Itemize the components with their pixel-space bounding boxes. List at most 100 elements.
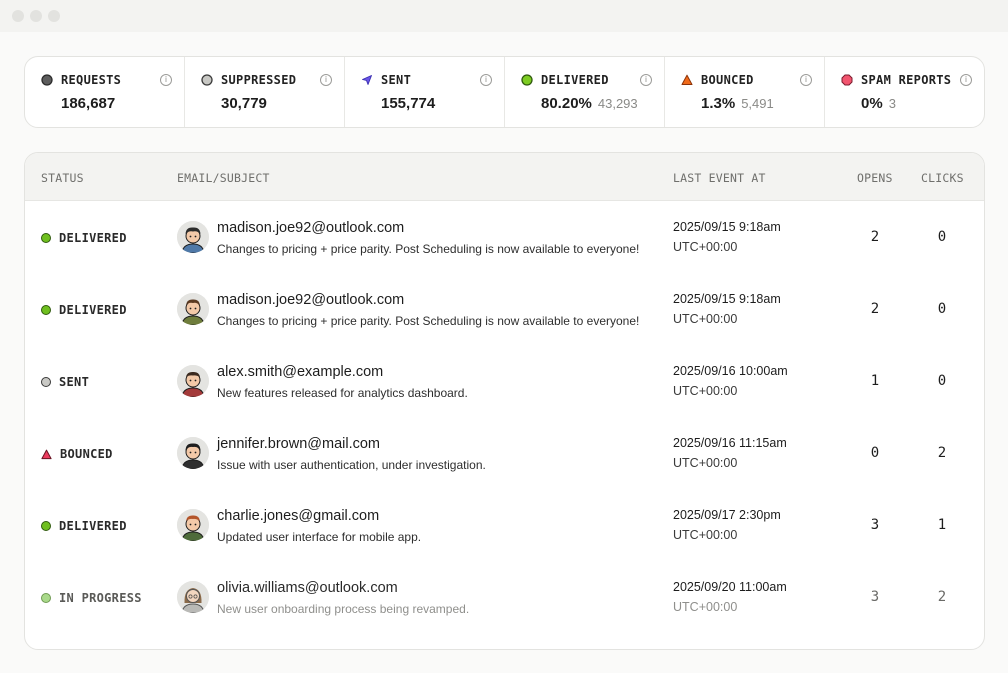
email-events-table: STATUS EMAIL/SUBJECT LAST EVENT AT OPENS… xyxy=(24,152,985,650)
opens-count: 3 xyxy=(870,517,880,533)
event-timezone: UTC+00:00 xyxy=(673,600,738,614)
recipient-email[interactable]: madison.joe92@outlook.com xyxy=(217,220,404,236)
stat-value: 155,774 xyxy=(381,95,436,112)
table-row[interactable]: DELIVERED madison.joe92@outlook.com Chan… xyxy=(25,273,984,345)
table-row[interactable]: IN PROGRESS olivia.williams@outlook.com … xyxy=(25,561,984,633)
event-date: 2025/09/17 2:30pm xyxy=(673,508,781,522)
status-label: DELIVERED xyxy=(59,231,127,245)
info-icon[interactable]: i xyxy=(480,74,492,86)
status-cell: DELIVERED xyxy=(41,519,127,533)
opens-count: 3 xyxy=(870,589,880,605)
column-header-email-subject[interactable]: EMAIL/SUBJECT xyxy=(177,171,270,185)
stat-sub: 43,293 xyxy=(597,96,638,111)
info-icon[interactable]: i xyxy=(160,74,172,86)
recipient-email[interactable]: madison.joe92@outlook.com xyxy=(217,292,404,308)
status-delivered-icon xyxy=(41,233,51,243)
column-header-last-event[interactable]: LAST EVENT AT xyxy=(673,171,766,185)
clicks-count: 0 xyxy=(937,229,947,245)
status-in-progress-icon xyxy=(41,593,51,603)
event-date: 2025/09/15 9:18am xyxy=(673,292,781,306)
email-subject: Updated user interface for mobile app. xyxy=(217,530,422,544)
opens-count: 0 xyxy=(870,445,880,461)
table-row[interactable]: SENT alex.smith@example.com New features… xyxy=(25,345,984,417)
stat-value: 80.20% xyxy=(541,95,592,112)
octagon-icon xyxy=(841,74,853,86)
email-subject: Changes to pricing + price parity. Post … xyxy=(217,314,640,328)
avatar xyxy=(177,293,209,325)
status-delivered-icon xyxy=(41,521,51,531)
recipient-email[interactable]: alex.smith@example.com xyxy=(217,364,383,380)
opens-count: 2 xyxy=(870,301,880,317)
avatar xyxy=(177,509,209,541)
table-row[interactable]: DELIVERED madison.joe92@outlook.com Chan… xyxy=(25,201,984,273)
status-cell: DELIVERED xyxy=(41,303,127,317)
email-subject: Issue with user authentication, under in… xyxy=(217,458,486,472)
window-minimize-button[interactable] xyxy=(30,10,42,22)
email-subject: New features released for analytics dash… xyxy=(217,386,468,400)
status-label: DELIVERED xyxy=(59,303,127,317)
event-timezone: UTC+00:00 xyxy=(673,240,738,254)
status-cell: BOUNCED xyxy=(41,447,113,461)
recipient-email[interactable]: jennifer.brown@mail.com xyxy=(217,436,380,452)
window-titlebar xyxy=(0,0,1008,32)
stat-value: 30,779 xyxy=(221,95,267,112)
status-label: DELIVERED xyxy=(59,519,127,533)
table-header: STATUS EMAIL/SUBJECT LAST EVENT AT OPENS… xyxy=(25,153,984,201)
event-timezone: UTC+00:00 xyxy=(673,456,738,470)
opens-count: 1 xyxy=(870,373,880,389)
column-header-status[interactable]: STATUS xyxy=(41,171,84,185)
info-icon[interactable]: i xyxy=(320,74,332,86)
stat-bounced: BOUNCED 1.3% 5,491 i xyxy=(665,57,825,127)
status-delivered-icon xyxy=(41,305,51,315)
info-icon[interactable]: i xyxy=(800,74,812,86)
recipient-email[interactable]: olivia.williams@outlook.com xyxy=(217,580,398,596)
stat-suppressed: SUPPRESSED 30,779 i xyxy=(185,57,345,127)
clicks-count: 2 xyxy=(937,589,947,605)
stat-label: SUPPRESSED xyxy=(221,73,297,87)
stat-delivered: DELIVERED 80.20% 43,293 i xyxy=(505,57,665,127)
stats-bar: REQUESTS 186,687 i SUPPRESSED 30,779 i S… xyxy=(24,56,985,128)
status-label: SENT xyxy=(59,375,90,389)
warning-triangle-icon xyxy=(681,74,693,85)
stat-spam-reports: SPAM REPORTS 0% 3 i xyxy=(825,57,984,127)
status-cell: IN PROGRESS xyxy=(41,591,142,605)
clicks-count: 0 xyxy=(937,373,947,389)
event-date: 2025/09/16 11:15am xyxy=(673,436,787,450)
event-date: 2025/09/16 10:00am xyxy=(673,364,788,378)
avatar xyxy=(177,437,209,469)
main-content: REQUESTS 186,687 i SUPPRESSED 30,779 i S… xyxy=(0,32,1008,673)
column-header-opens[interactable]: OPENS xyxy=(857,171,893,185)
event-timezone: UTC+00:00 xyxy=(673,384,738,398)
email-subject: New user onboarding process being revamp… xyxy=(217,602,470,616)
stat-value: 186,687 xyxy=(61,95,116,112)
clicks-count: 2 xyxy=(937,445,947,461)
table-row[interactable]: DELIVERED charlie.jones@gmail.com Update… xyxy=(25,489,984,561)
avatar xyxy=(177,365,209,397)
clicks-count: 0 xyxy=(937,301,947,317)
status-bounced-icon xyxy=(41,449,52,459)
stat-sub: 5,491 xyxy=(741,96,774,111)
info-icon[interactable]: i xyxy=(960,74,972,86)
status-label: BOUNCED xyxy=(60,447,113,461)
recipient-email[interactable]: charlie.jones@gmail.com xyxy=(217,508,379,524)
column-header-clicks[interactable]: CLICKS xyxy=(921,171,964,185)
status-cell: SENT xyxy=(41,375,89,389)
avatar xyxy=(177,581,209,613)
info-icon[interactable]: i xyxy=(640,74,652,86)
filled-circle-icon xyxy=(41,74,53,86)
table-row[interactable]: BOUNCED jennifer.brown@mail.com Issue wi… xyxy=(25,417,984,489)
status-label: IN PROGRESS xyxy=(59,591,142,605)
status-sent-icon xyxy=(41,377,51,387)
window-maximize-button[interactable] xyxy=(48,10,60,22)
stat-sent: SENT 155,774 i xyxy=(345,57,505,127)
stat-label: DELIVERED xyxy=(541,73,609,87)
stat-label: SPAM REPORTS xyxy=(861,73,952,87)
clicks-count: 1 xyxy=(937,517,947,533)
stat-value: 1.3% xyxy=(701,95,736,112)
window-close-button[interactable] xyxy=(12,10,24,22)
stat-label: SENT xyxy=(381,73,412,87)
send-icon xyxy=(362,75,372,85)
event-date: 2025/09/20 11:00am xyxy=(673,580,787,594)
email-subject: Changes to pricing + price parity. Post … xyxy=(217,242,640,256)
event-date: 2025/09/15 9:18am xyxy=(673,220,781,234)
